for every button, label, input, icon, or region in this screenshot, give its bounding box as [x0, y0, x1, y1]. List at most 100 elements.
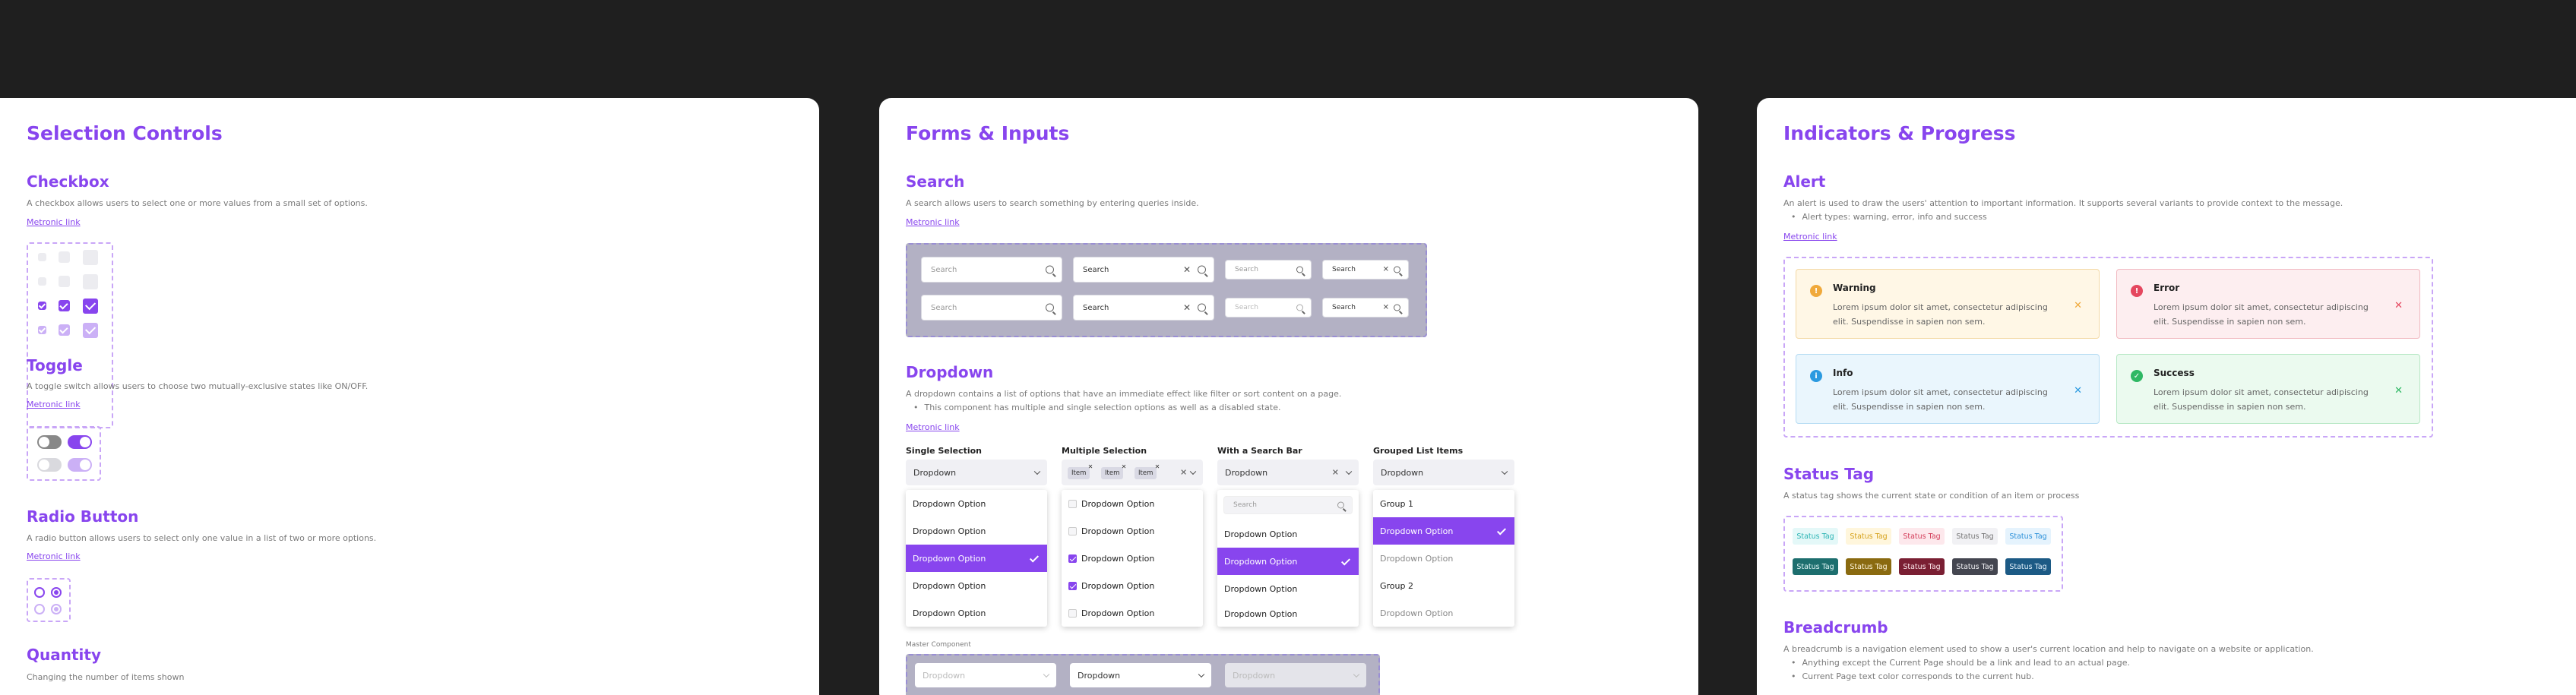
dropdown-option[interactable]: Dropdown Option — [1217, 602, 1359, 625]
checkbox-md-unchecked[interactable] — [59, 251, 70, 263]
dropdown-option[interactable]: Dropdown Option — [1062, 545, 1203, 572]
clear-icon[interactable]: ✕ — [1332, 468, 1339, 478]
dropdown-value: Dropdown — [1233, 670, 1276, 681]
clear-icon[interactable]: ✕ — [1383, 266, 1389, 274]
chip-remove-icon[interactable]: ✕ — [1088, 463, 1093, 470]
search-value: Search — [1083, 265, 1109, 274]
search-icon — [1296, 266, 1303, 273]
search-input-filled[interactable]: Search ✕ — [1073, 257, 1214, 283]
quantity-title: Quantity — [27, 646, 101, 664]
group-header: Group 2 — [1373, 572, 1514, 599]
dropdown-metronic-link[interactable]: Metronic link — [906, 422, 960, 432]
selected-chip[interactable]: Item ✕ — [1135, 463, 1160, 479]
search-icon — [1198, 303, 1206, 312]
info-icon: i — [1810, 370, 1822, 382]
dropdown-option[interactable]: Dropdown Option — [1217, 520, 1359, 548]
checkbox-icon[interactable] — [1068, 499, 1077, 508]
alert-heading: Info — [1833, 368, 1853, 378]
dropdown-option[interactable]: Dropdown Option — [906, 490, 1047, 517]
close-icon[interactable]: ✕ — [2394, 385, 2403, 396]
chip-remove-icon[interactable]: ✕ — [1155, 463, 1160, 470]
alert-metronic-link[interactable]: Metronic link — [1783, 232, 1837, 242]
search-input-sm[interactable]: Search — [1225, 260, 1312, 280]
clear-icon[interactable]: ✕ — [1180, 468, 1187, 478]
master-dropdown-default[interactable]: Dropdown — [1070, 663, 1211, 687]
search-input-alt-filled[interactable]: Search ✕ — [1073, 295, 1214, 321]
clear-icon[interactable]: ✕ — [1183, 264, 1191, 275]
dropdown-search-input[interactable]: Search — [1223, 496, 1353, 514]
quantity-desc: Changing the number of items shown — [27, 672, 185, 682]
option-label: Dropdown Option — [1081, 526, 1155, 536]
clear-icon[interactable]: ✕ — [1383, 304, 1389, 312]
alert-body: Lorem ipsum dolor sit amet, consectetur … — [2154, 302, 2369, 327]
chip-remove-icon[interactable]: ✕ — [1122, 463, 1127, 470]
selected-chip[interactable]: Item ✕ — [1068, 463, 1093, 479]
radio-unselected[interactable] — [34, 587, 45, 598]
radio-metronic-link[interactable]: Metronic link — [27, 551, 81, 561]
search-dropdown[interactable]: Dropdown ✕ — [1217, 460, 1359, 485]
search-icon — [1198, 265, 1206, 274]
dropdown-option[interactable]: Dropdown Option — [906, 572, 1047, 599]
grouped-dropdown[interactable]: Dropdown — [1373, 460, 1514, 485]
toggle-metronic-link[interactable]: Metronic link — [27, 400, 81, 409]
alert-heading: Success — [2154, 368, 2195, 378]
checkbox-checked-icon[interactable] — [1068, 581, 1077, 590]
checkbox-md-checked-disabled — [59, 324, 70, 336]
dropdown-value: Dropdown — [913, 467, 957, 478]
dropdown-option[interactable]: Dropdown Option — [1217, 575, 1359, 602]
close-icon[interactable]: ✕ — [2074, 385, 2082, 396]
checkbox-sm-checked[interactable] — [38, 302, 46, 310]
close-icon[interactable]: ✕ — [2394, 300, 2403, 311]
master-component-label: Master Component — [906, 641, 971, 649]
checkbox-md-checked[interactable] — [59, 300, 70, 311]
clear-icon[interactable]: ✕ — [1183, 302, 1191, 313]
toggle-desc: A toggle switch allows users to choose t… — [27, 381, 369, 391]
close-icon[interactable]: ✕ — [2074, 300, 2082, 311]
breadcrumb-desc: A breadcrumb is a navigation element use… — [1783, 644, 2314, 654]
search-dropdown-list: Search Dropdown Option Dropdown Option D… — [1217, 490, 1359, 627]
option-label: Dropdown Option — [1224, 608, 1298, 619]
dropdown-option-selected[interactable]: Dropdown Option — [1373, 517, 1514, 545]
multiple-dropdown[interactable]: Item ✕ Item ✕ Item ✕ ✕ — [1062, 460, 1203, 485]
search-input-alt[interactable]: Search — [921, 295, 1062, 321]
search-bar-label: With a Search Bar — [1217, 446, 1302, 456]
toggle-off-disabled — [37, 458, 62, 472]
dropdown-option-selected[interactable]: Dropdown Option — [906, 545, 1047, 572]
search-title: Search — [906, 172, 965, 191]
checkbox-icon[interactable] — [1068, 526, 1077, 535]
checkbox-sm-unchecked[interactable] — [38, 253, 46, 261]
dropdown-option[interactable]: Dropdown Option — [1373, 599, 1514, 627]
dropdown-option[interactable]: Dropdown Option — [1062, 517, 1203, 545]
multiple-dropdown-list: Dropdown Option Dropdown Option Dropdown… — [1062, 490, 1203, 627]
search-input-sm-alt[interactable]: Search — [1225, 298, 1312, 317]
status-tag-showcase: Status Tag Status Tag Status Tag Status Tag… — [1783, 516, 2063, 592]
checkbox-lg-unchecked[interactable] — [83, 250, 98, 265]
dropdown-option-selected[interactable]: Dropdown Option — [1217, 548, 1359, 575]
selected-chip[interactable]: Item ✕ — [1101, 463, 1126, 479]
dropdown-option[interactable]: Dropdown Option — [1062, 490, 1203, 517]
checkbox-icon[interactable] — [1068, 608, 1077, 618]
checkbox-checked-icon[interactable] — [1068, 554, 1077, 563]
dropdown-option[interactable]: Dropdown Option — [1373, 545, 1514, 572]
dropdown-option[interactable]: Dropdown Option — [906, 599, 1047, 627]
toggle-off[interactable] — [37, 435, 62, 449]
radio-selected[interactable] — [51, 587, 62, 598]
dropdown-option[interactable]: Dropdown Option — [1062, 599, 1203, 627]
toggle-title: Toggle — [27, 356, 83, 374]
search-input-sm-alt-filled[interactable]: Search ✕ — [1322, 298, 1409, 317]
breadcrumb-bullet: Anything except the Current Page should … — [1791, 658, 2130, 668]
single-dropdown[interactable]: Dropdown — [906, 460, 1047, 485]
toggle-on[interactable] — [68, 435, 92, 449]
checkbox-sm-disabled — [38, 277, 46, 286]
search-metronic-link[interactable]: Metronic link — [906, 217, 960, 227]
dropdown-option[interactable]: Dropdown Option — [906, 517, 1047, 545]
search-input[interactable]: Search — [921, 257, 1062, 283]
panel-title: Indicators & Progress — [1783, 122, 2016, 144]
dropdown-option[interactable]: Dropdown Option — [1062, 572, 1203, 599]
checkbox-metronic-link[interactable]: Metronic link — [27, 217, 81, 227]
checkbox-md-disabled — [59, 276, 70, 287]
option-label: Dropdown Option — [1224, 529, 1298, 539]
dropdown-desc: A dropdown contains a list of options th… — [906, 389, 1342, 399]
search-input-sm-filled[interactable]: Search ✕ — [1322, 260, 1409, 280]
checkbox-lg-checked[interactable] — [83, 299, 98, 314]
